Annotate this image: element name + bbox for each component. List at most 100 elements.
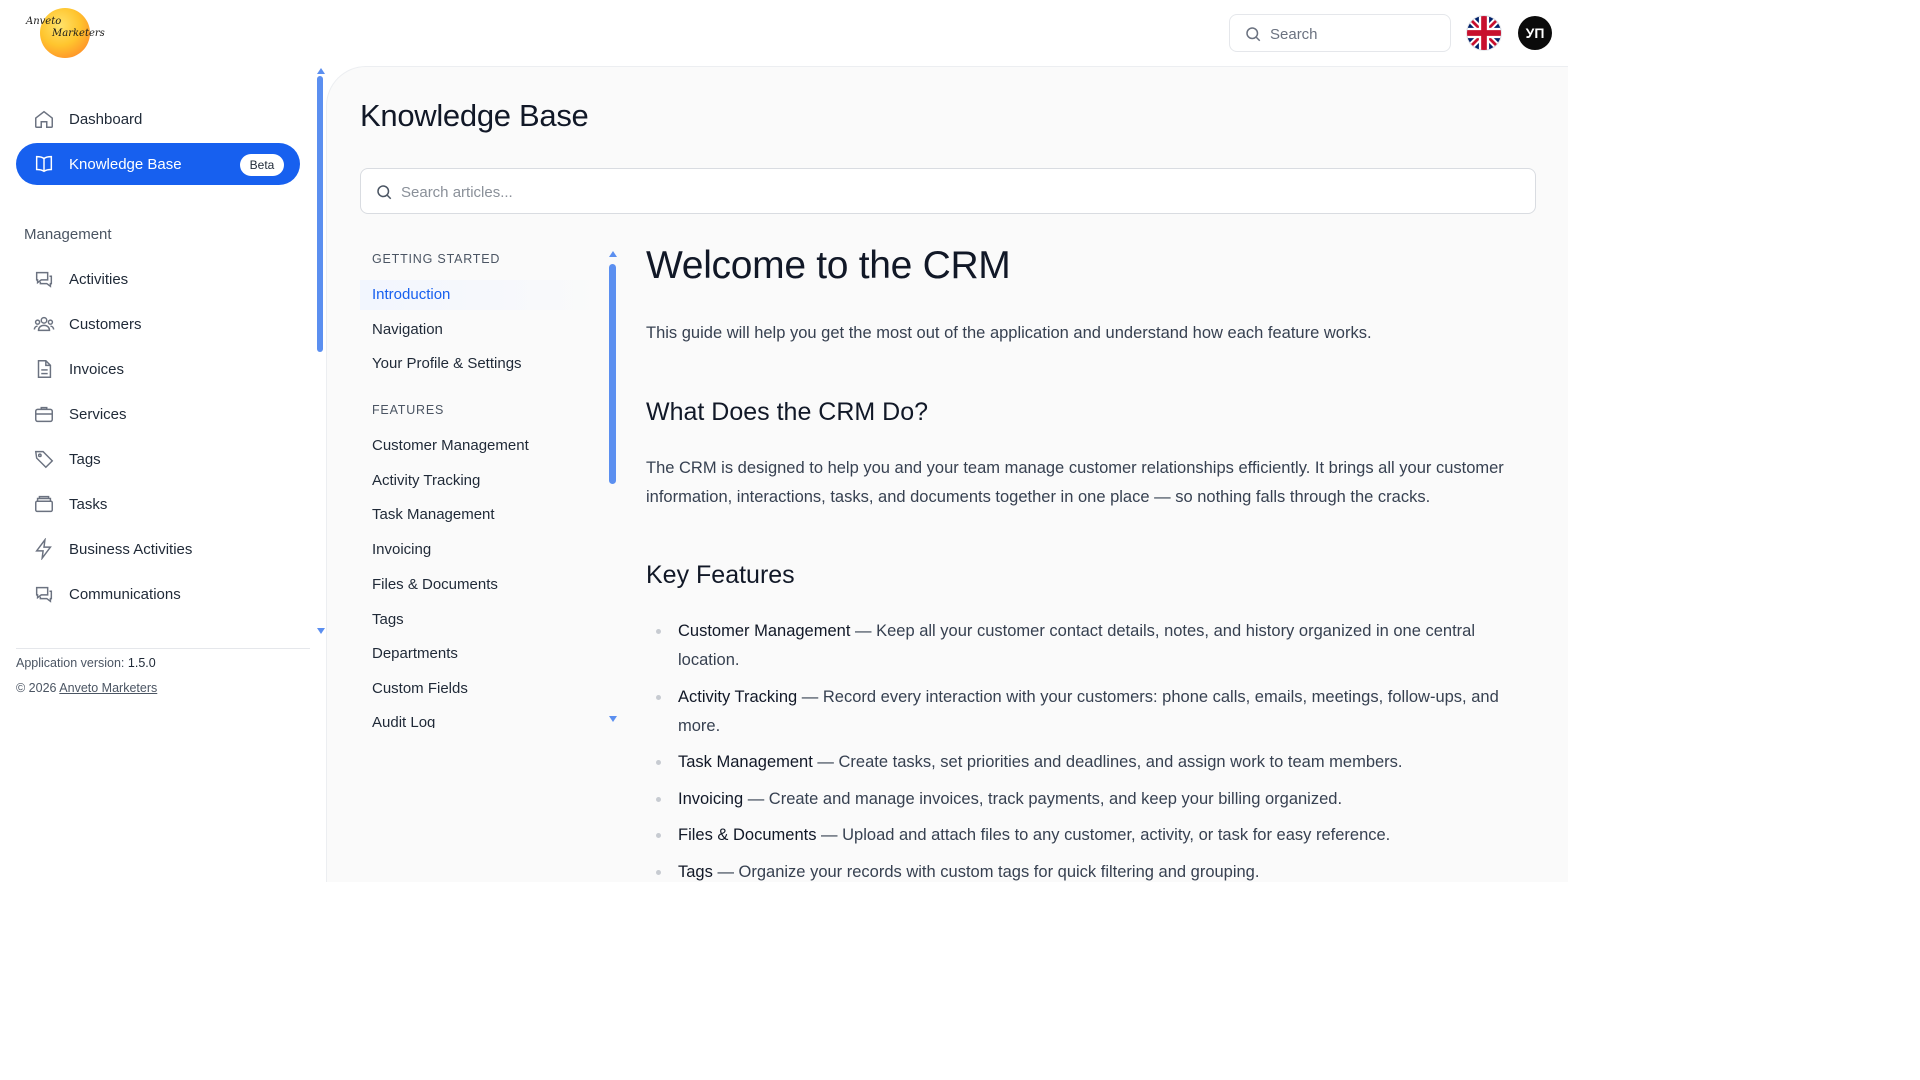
toc-item-navigation[interactable]: Navigation	[372, 321, 443, 338]
sidebar-item-label: Activities	[69, 270, 129, 288]
feature-name: Tags	[678, 863, 713, 881]
search-icon	[377, 185, 392, 200]
section-heading-what-does: What Does the CRM Do?	[646, 398, 929, 426]
sidebar-item-label: Services	[69, 405, 127, 423]
beta-badge: Beta	[240, 154, 284, 176]
version-label: Application version:	[16, 656, 125, 670]
sidebar-item-label: Tasks	[69, 495, 108, 513]
language-flag-uk-icon[interactable]	[1467, 16, 1501, 50]
version-value: 1.5.0	[127, 656, 156, 670]
logo-text-line2: Marketers	[52, 28, 105, 39]
toc-heading-features: FEATURES	[372, 403, 445, 417]
sidebar-item-label: Business Activities	[69, 540, 193, 558]
top-bar: Anveto Marketers УП	[0, 0, 1568, 66]
chat-bubbles-icon	[35, 586, 53, 603]
sidebar-item-label: Invoices	[69, 360, 125, 378]
toc-item-profile-settings[interactable]: Your Profile & Settings	[372, 355, 522, 372]
sidebar-item-label: Dashboard	[69, 110, 143, 128]
sidebar-item-dashboard[interactable]: Dashboard	[16, 98, 300, 140]
bolt-icon	[35, 538, 52, 560]
toc-item-tags[interactable]: Tags	[372, 611, 404, 628]
feature-item: Task Management — Create tasks, set prio…	[656, 748, 1536, 777]
feature-desc: — Upload and attach files to any custome…	[816, 826, 1391, 844]
sidebar-item-customers[interactable]: Customers	[16, 303, 300, 345]
company-logo[interactable]: Anveto Marketers	[26, 6, 105, 60]
sidebar: Dashboard Knowledge Base Beta Management…	[0, 66, 326, 882]
article-search-input[interactable]	[401, 181, 1501, 203]
article-title: Welcome to the CRM	[646, 244, 1011, 287]
feature-name: Files & Documents	[678, 826, 817, 844]
feature-desc: — Organize your records with custom tags…	[712, 863, 1260, 881]
tag-icon	[34, 450, 54, 469]
bullet-dot	[656, 797, 661, 802]
copyright: © 2026 Anveto Marketers	[16, 681, 157, 695]
toc-scroll-down-arrow[interactable]	[609, 716, 617, 722]
sidebar-divider	[16, 648, 310, 649]
toc-item-invoicing[interactable]: Invoicing	[372, 541, 431, 558]
feature-desc: — Create and manage invoices, track paym…	[743, 790, 1343, 808]
document-icon	[37, 360, 52, 378]
sidebar-item-tags[interactable]: Tags	[16, 438, 300, 480]
search-icon	[1246, 27, 1261, 42]
article-search[interactable]	[360, 168, 1536, 214]
users-icon	[33, 316, 55, 332]
bullet-dot	[656, 695, 661, 700]
feature-name: Invoicing	[678, 790, 744, 808]
sidebar-item-label: Customers	[69, 315, 142, 333]
company-link[interactable]: Anveto Marketers	[59, 681, 157, 695]
sidebar-item-activities[interactable]: Activities	[16, 258, 300, 300]
article-intro: This guide will help you get the most ou…	[646, 324, 1372, 342]
sidebar-scroll-down-arrow[interactable]	[317, 628, 325, 634]
chat-bubbles-icon	[35, 271, 53, 288]
feature-desc: — Create tasks, set priorities and deadl…	[812, 753, 1403, 771]
sidebar-item-communications[interactable]: Communications	[16, 573, 300, 615]
sidebar-item-label: Knowledge Base	[69, 155, 182, 173]
sidebar-scrollbar[interactable]	[317, 76, 323, 352]
sidebar-item-knowledge-base[interactable]: Knowledge Base Beta	[16, 143, 300, 185]
bullet-dot	[656, 760, 661, 765]
bullet-dot	[656, 629, 661, 634]
sidebar-item-business-activities[interactable]: Business Activities	[16, 528, 300, 570]
feature-desc: — Record every interaction with your cus…	[678, 688, 1499, 735]
home-icon	[35, 110, 53, 128]
section-heading-key-features: Key Features	[646, 561, 795, 589]
global-search[interactable]	[1229, 14, 1451, 52]
feature-name: Activity Tracking	[678, 688, 798, 706]
page-title: Knowledge Base	[360, 98, 589, 133]
feature-item: Files & Documents — Upload and attach fi…	[656, 821, 1536, 850]
feature-item: Activity Tracking — Record every interac…	[656, 683, 1536, 740]
book-icon	[35, 155, 53, 173]
global-search-input[interactable]	[1270, 23, 1440, 45]
feature-name: Customer Management	[678, 622, 851, 640]
bullet-dot	[656, 833, 661, 838]
sidebar-item-label: Tags	[69, 450, 101, 468]
toc-item-customer-management[interactable]: Customer Management	[372, 437, 529, 454]
feature-name: Task Management	[678, 753, 813, 771]
bullet-dot	[656, 870, 661, 875]
feature-item: Customer Management — Keep all your cust…	[656, 617, 1536, 674]
toc-scrollbar[interactable]	[609, 264, 616, 484]
toc-scroll-up-arrow[interactable]	[609, 251, 617, 257]
copyright-prefix: © 2026	[16, 681, 57, 695]
sidebar-item-tasks[interactable]: Tasks	[16, 483, 300, 525]
toc-item-departments[interactable]: Departments	[372, 645, 458, 662]
feature-item: Tags — Organize your records with custom…	[656, 858, 1536, 882]
toc-item-custom-fields[interactable]: Custom Fields	[372, 680, 468, 697]
user-avatar[interactable]: УП	[1518, 16, 1552, 50]
sidebar-item-services[interactable]: Services	[16, 393, 300, 435]
sidebar-item-invoices[interactable]: Invoices	[16, 348, 300, 390]
toc-item-activity-tracking[interactable]: Activity Tracking	[372, 472, 480, 489]
sidebar-scroll-up-arrow[interactable]	[317, 68, 325, 74]
briefcase-icon	[35, 406, 53, 423]
app-version: Application version: 1.5.0	[16, 656, 156, 670]
logo-text-line1: Anveto	[26, 16, 62, 27]
section-body-what-does: The CRM is designed to help you and your…	[646, 459, 1504, 506]
toc-item-audit-log[interactable]: Audit Log	[372, 714, 435, 728]
toc-item-files-documents[interactable]: Files & Documents	[372, 576, 498, 593]
sidebar-item-label: Communications	[69, 585, 181, 603]
archive-box-icon	[35, 495, 53, 513]
toc-item-introduction[interactable]: Introduction	[372, 286, 450, 303]
toc-heading-getting-started: GETTING STARTED	[372, 252, 501, 266]
toc-item-task-management[interactable]: Task Management	[372, 506, 495, 523]
management-section-label: Management	[24, 226, 112, 243]
